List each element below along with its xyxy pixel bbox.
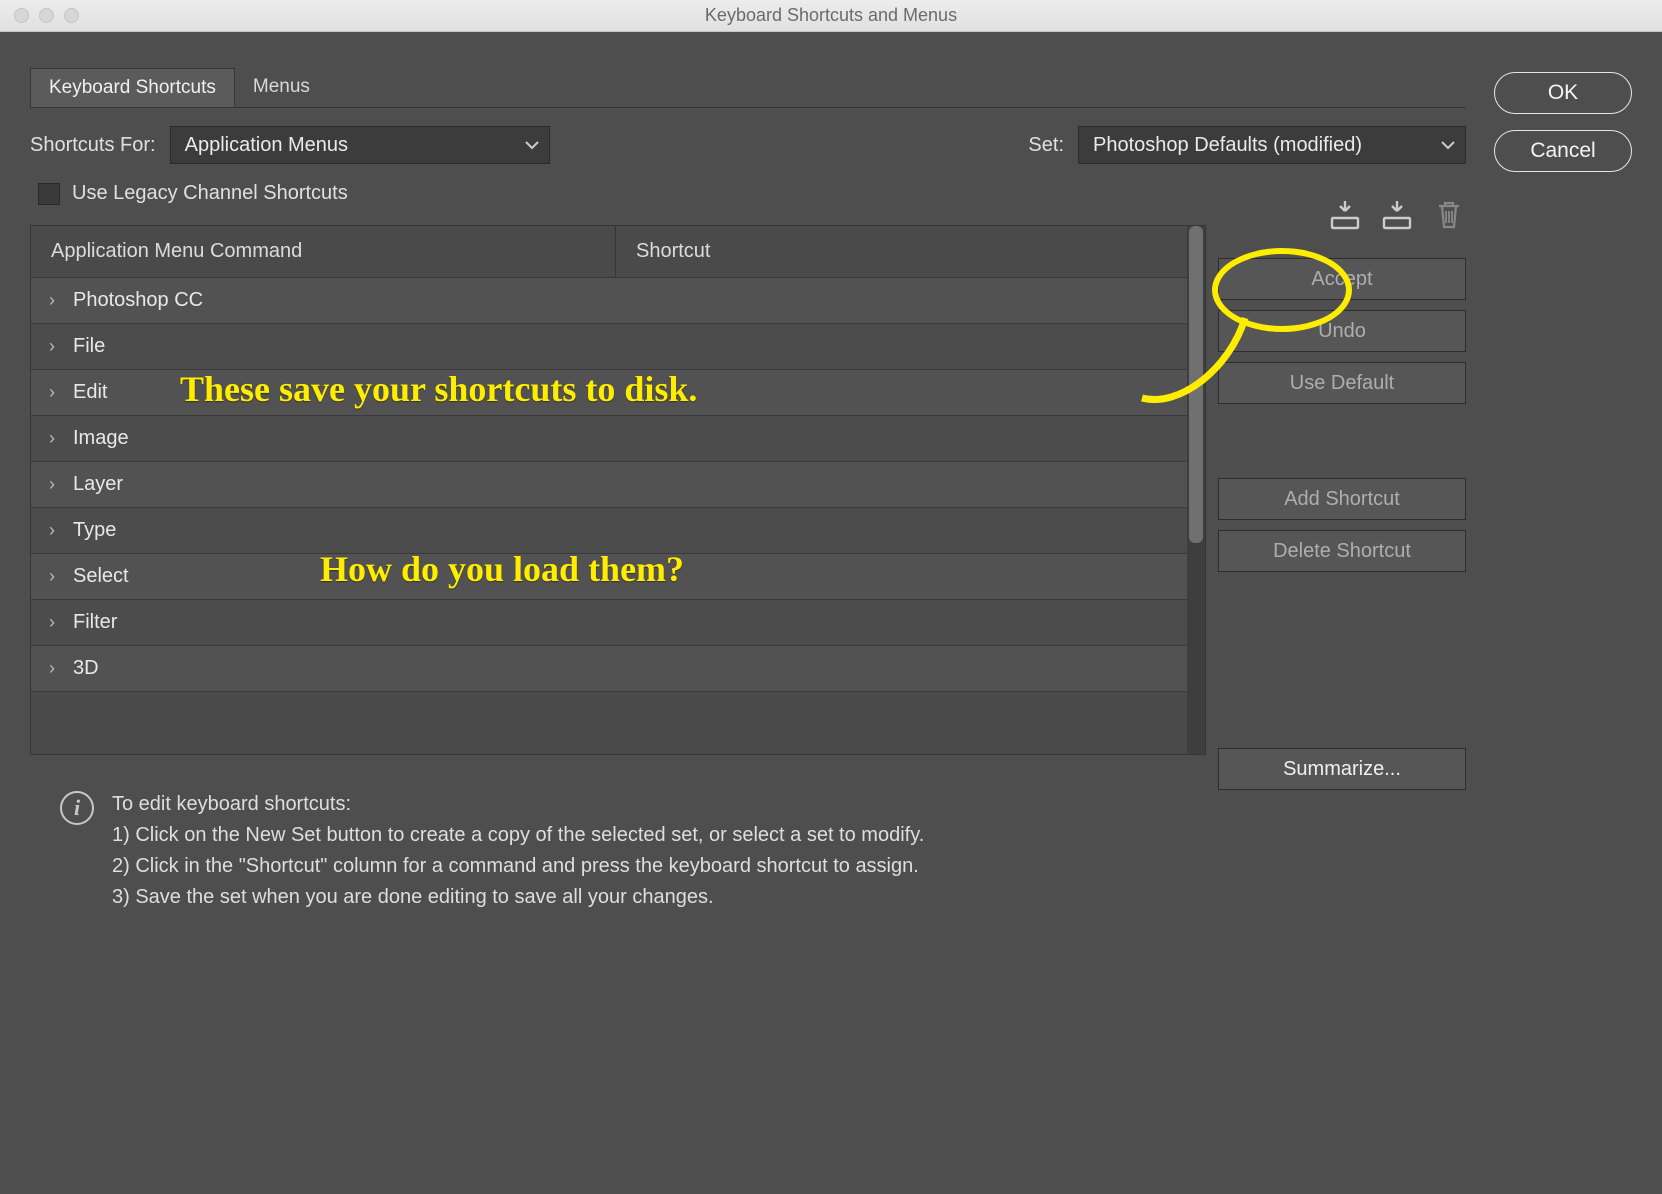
save-set-copy-icon[interactable]	[1380, 198, 1414, 232]
summarize-button[interactable]: Summarize...	[1218, 748, 1466, 790]
disclosure-icon: ›	[49, 428, 63, 449]
table-row[interactable]: ›Filter	[31, 600, 1187, 646]
minimize-window-icon[interactable]	[39, 8, 54, 23]
table-row[interactable]: ›Layer	[31, 462, 1187, 508]
table-row[interactable]: ›Image	[31, 416, 1187, 462]
table-row[interactable]: ›File	[31, 324, 1187, 370]
chevron-down-icon	[1441, 140, 1455, 150]
instructions-line: 2) Click in the "Shortcut" column for a …	[112, 851, 924, 882]
disclosure-icon: ›	[49, 290, 63, 311]
table-row[interactable]: ›Type	[31, 508, 1187, 554]
disclosure-icon: ›	[49, 658, 63, 679]
accept-button[interactable]: Accept	[1218, 258, 1466, 300]
disclosure-icon: ›	[49, 612, 63, 633]
side-buttons: Accept Undo Use Default Add Shortcut Del…	[1218, 258, 1466, 572]
add-shortcut-button[interactable]: Add Shortcut	[1218, 478, 1466, 520]
set-value: Photoshop Defaults (modified)	[1093, 134, 1362, 157]
undo-button[interactable]: Undo	[1218, 310, 1466, 352]
tab-menus[interactable]: Menus	[235, 68, 328, 107]
traffic-lights	[0, 8, 79, 23]
top-controls-row: Shortcuts For: Application Menus Set: Ph…	[30, 108, 1466, 176]
legacy-label: Use Legacy Channel Shortcuts	[72, 182, 348, 205]
window-title: Keyboard Shortcuts and Menus	[0, 5, 1662, 26]
table-header: Application Menu Command Shortcut	[31, 226, 1187, 278]
close-window-icon[interactable]	[14, 8, 29, 23]
use-default-button[interactable]: Use Default	[1218, 362, 1466, 404]
delete-shortcut-button[interactable]: Delete Shortcut	[1218, 530, 1466, 572]
col-command: Application Menu Command	[31, 226, 616, 277]
instructions-line: 1) Click on the New Set button to create…	[112, 820, 924, 851]
set-select[interactable]: Photoshop Defaults (modified)	[1078, 126, 1466, 164]
table-row[interactable]: ›3D	[31, 646, 1187, 692]
legacy-row: Use Legacy Channel Shortcuts	[30, 176, 1466, 225]
dialog-body: Keyboard Shortcuts Menus Shortcuts For: …	[0, 32, 1662, 1194]
titlebar: Keyboard Shortcuts and Menus	[0, 0, 1662, 32]
scrollbar-thumb[interactable]	[1189, 226, 1203, 543]
shortcuts-for-select[interactable]: Application Menus	[170, 126, 550, 164]
set-icons	[1328, 198, 1466, 232]
ok-button[interactable]: OK	[1494, 72, 1632, 114]
disclosure-icon: ›	[49, 336, 63, 357]
disclosure-icon: ›	[49, 520, 63, 541]
table-row[interactable]: ›Edit	[31, 370, 1187, 416]
shortcuts-for-value: Application Menus	[185, 134, 348, 157]
info-icon: i	[60, 791, 94, 825]
dialog-window: Keyboard Shortcuts and Menus Keyboard Sh…	[0, 0, 1662, 1194]
scrollbar[interactable]	[1187, 226, 1205, 754]
instructions-line: 3) Save the set when you are done editin…	[112, 882, 924, 913]
cancel-button[interactable]: Cancel	[1494, 130, 1632, 172]
disclosure-icon: ›	[49, 566, 63, 587]
chevron-down-icon	[525, 140, 539, 150]
zoom-window-icon[interactable]	[64, 8, 79, 23]
dialog-buttons: OK Cancel	[1494, 68, 1632, 1164]
tab-keyboard-shortcuts[interactable]: Keyboard Shortcuts	[30, 68, 235, 107]
set-label: Set:	[1028, 134, 1064, 157]
disclosure-icon: ›	[49, 474, 63, 495]
table-row[interactable]: ›Photoshop CC	[31, 278, 1187, 324]
main-panel: Keyboard Shortcuts Menus Shortcuts For: …	[30, 68, 1466, 1164]
shortcuts-for-label: Shortcuts For:	[30, 134, 156, 157]
save-set-icon[interactable]	[1328, 198, 1362, 232]
legacy-checkbox[interactable]	[38, 183, 60, 205]
tab-bar: Keyboard Shortcuts Menus	[30, 68, 1466, 108]
delete-set-icon[interactable]	[1432, 198, 1466, 232]
instructions-head: To edit keyboard shortcuts:	[112, 789, 924, 820]
disclosure-icon: ›	[49, 382, 63, 403]
shortcuts-table: Application Menu Command Shortcut ›Photo…	[30, 225, 1206, 755]
table-row[interactable]: ›Select	[31, 554, 1187, 600]
table-body: ›Photoshop CC ›File ›Edit ›Image ›Layer …	[31, 278, 1187, 692]
col-shortcut: Shortcut	[616, 226, 730, 277]
